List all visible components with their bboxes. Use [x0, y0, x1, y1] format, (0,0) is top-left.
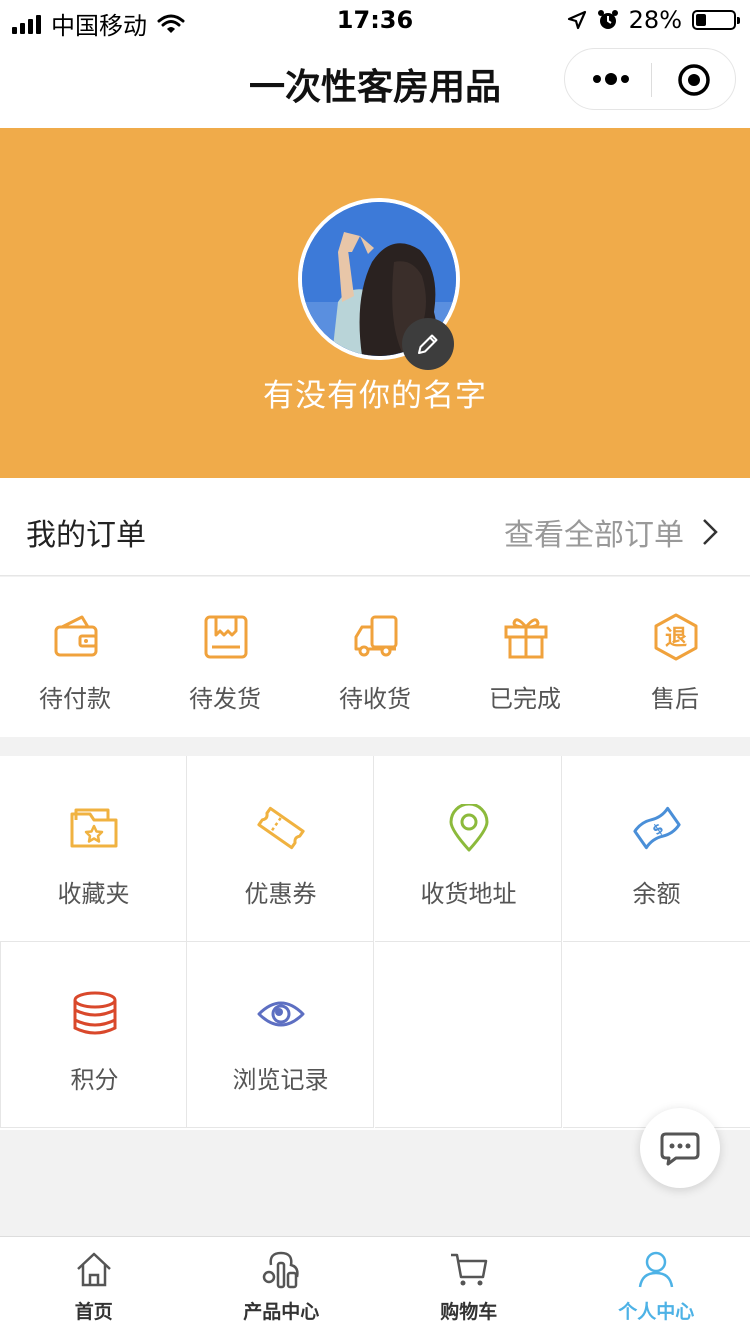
view-all-orders-link[interactable]: 查看全部订单 — [504, 510, 718, 554]
close-mini-program-icon[interactable] — [677, 63, 711, 97]
order-after-sales-label: 售后 — [651, 685, 699, 713]
shipping-address-item[interactable]: 收货地址 — [375, 756, 562, 942]
capsule-divider — [651, 63, 652, 97]
mini-program-capsule — [564, 48, 736, 110]
cart-icon — [450, 1253, 487, 1286]
favorites-folder-icon — [70, 808, 118, 848]
wallet-icon — [54, 615, 98, 657]
coupons-label: 优惠券 — [244, 880, 317, 908]
chat-bubble-icon — [660, 1132, 700, 1166]
refund-icon: 退 — [654, 613, 698, 661]
package-icon — [204, 615, 248, 659]
tab-profile-label: 个人中心 — [618, 1301, 695, 1323]
favorites-item[interactable]: 收藏夹 — [0, 756, 187, 942]
tab-home[interactable]: 首页 — [0, 1237, 188, 1334]
battery-percent: 28% — [628, 6, 682, 34]
coupon-icon — [257, 806, 305, 850]
favorites-label: 收藏夹 — [57, 880, 130, 908]
home-icon — [76, 1252, 111, 1287]
gift-icon — [504, 618, 548, 659]
order-pending-payment[interactable]: 待付款 — [0, 577, 150, 737]
alarm-icon — [597, 10, 618, 29]
edit-profile-button[interactable] — [402, 318, 454, 370]
truck-icon — [354, 615, 398, 657]
order-completed-label: 已完成 — [489, 685, 561, 713]
tab-profile[interactable]: 个人中心 — [563, 1237, 750, 1334]
balance-label: 余额 — [632, 880, 681, 908]
navigation-bar: 一次性客房用品 — [0, 40, 750, 128]
eye-icon — [257, 1001, 305, 1027]
order-after-sales[interactable]: 退 售后 — [600, 577, 750, 737]
points-coins-icon — [73, 991, 117, 1035]
location-pin-icon — [449, 804, 489, 852]
more-icon[interactable] — [591, 67, 631, 91]
points-item[interactable]: 积分 — [0, 942, 187, 1128]
shipping-address-label: 收货地址 — [420, 880, 517, 908]
order-pending-receipt[interactable]: 待收货 — [300, 577, 450, 737]
empty-grid-cell — [375, 942, 562, 1128]
status-bar: 中国移动 17:36 28% — [0, 0, 750, 40]
tab-bar: 首页 产品中心 购物车 个人中心 — [0, 1236, 750, 1334]
balance-item[interactable]: $ 余额 — [563, 756, 750, 942]
svg-text:退: 退 — [665, 626, 687, 651]
tab-product-center[interactable]: 产品中心 — [188, 1237, 376, 1334]
my-orders-header: 我的订单 查看全部订单 — [0, 478, 750, 576]
balance-icon: $ — [633, 806, 681, 850]
order-pending-shipment[interactable]: 待发货 — [150, 577, 300, 737]
battery-icon — [692, 10, 740, 30]
location-arrow-icon — [567, 10, 586, 30]
pencil-icon — [418, 334, 438, 354]
tab-product-center-label: 产品中心 — [243, 1301, 320, 1323]
coupons-item[interactable]: 优惠券 — [187, 756, 374, 942]
order-pending-shipment-label: 待发货 — [189, 685, 261, 713]
tab-cart-label: 购物车 — [440, 1301, 498, 1323]
points-label: 积分 — [70, 1066, 119, 1094]
browsing-history-item[interactable]: 浏览记录 — [187, 942, 374, 1128]
username: 有没有你的名字 — [263, 378, 487, 414]
profile-header: 有没有你的名字 — [0, 128, 750, 478]
tab-cart[interactable]: 购物车 — [375, 1237, 563, 1334]
browsing-history-label: 浏览记录 — [232, 1066, 329, 1094]
feature-grid: 收藏夹 优惠券 收货地址 $ 余额 积分 浏览记录 — [0, 756, 750, 1130]
order-pending-payment-label: 待付款 — [39, 685, 111, 713]
tab-home-label: 首页 — [74, 1301, 113, 1323]
user-icon — [639, 1251, 674, 1288]
my-orders-title: 我的订单 — [26, 518, 146, 553]
customer-service-button[interactable] — [640, 1108, 720, 1188]
empty-grid-cell — [563, 942, 750, 1128]
product-center-icon — [263, 1251, 299, 1289]
order-pending-receipt-label: 待收货 — [339, 685, 411, 713]
view-all-orders-label: 查看全部订单 — [504, 518, 684, 553]
order-status-row: 待付款 待发货 待收货 已完成 退 售后 — [0, 577, 750, 737]
order-completed[interactable]: 已完成 — [450, 577, 600, 737]
chevron-right-icon — [703, 519, 718, 545]
